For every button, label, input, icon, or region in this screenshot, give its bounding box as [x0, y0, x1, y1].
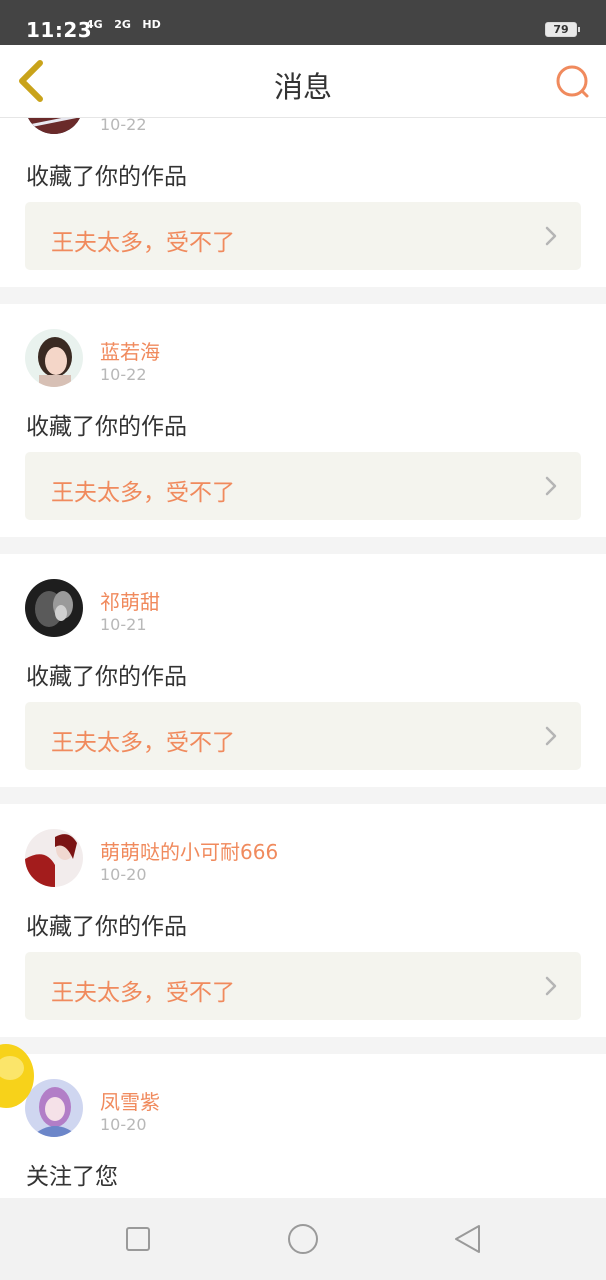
circle-icon: [288, 1224, 318, 1254]
avatar[interactable]: [25, 829, 83, 887]
action-text: 收藏了你的作品: [26, 164, 187, 190]
chevron-right-icon: [545, 476, 557, 496]
chevron-right-icon: [545, 976, 557, 996]
list-item: 凤雪紫 10-20 关注了您: [0, 1054, 606, 1198]
signal-4g: 4G: [86, 18, 103, 31]
network-hd: HD: [142, 18, 161, 31]
status-bar: 11:23 4G 2G HD 79: [0, 0, 606, 45]
work-link[interactable]: 王夫太多，受不了: [25, 702, 581, 770]
avatar-image: [25, 829, 83, 887]
work-title: 王夫太多，受不了: [51, 480, 235, 506]
header-bar: 消息: [0, 45, 606, 118]
square-icon: [126, 1227, 150, 1251]
status-time: 11:23: [26, 18, 93, 42]
floating-mascot-icon[interactable]: [0, 1040, 38, 1112]
user-name[interactable]: 祁萌甜: [100, 586, 160, 615]
message-date: 10-21: [100, 615, 147, 634]
work-title: 王夫太多，受不了: [51, 230, 235, 256]
action-text: 收藏了你的作品: [26, 414, 187, 440]
signal-2g: 2G: [114, 18, 131, 31]
message-list[interactable]: 10-22 收藏了你的作品 王夫太多，受不了 蓝若海 10-22 收藏了你的作品…: [0, 118, 606, 1198]
action-text: 收藏了你的作品: [26, 664, 187, 690]
back-nav-button[interactable]: [451, 1222, 485, 1256]
work-link[interactable]: 王夫太多，受不了: [25, 202, 581, 270]
list-item: 10-22 收藏了你的作品 王夫太多，受不了: [0, 118, 606, 287]
avatar[interactable]: [25, 118, 83, 134]
list-item: 祁萌甜 10-21 收藏了你的作品 王夫太多，受不了: [0, 554, 606, 787]
work-link[interactable]: 王夫太多，受不了: [25, 452, 581, 520]
avatar[interactable]: [25, 329, 83, 387]
message-date: 10-22: [100, 365, 147, 384]
battery-indicator: 79: [545, 22, 580, 37]
recents-button[interactable]: [121, 1222, 155, 1256]
message-date: 10-20: [100, 1115, 147, 1134]
user-name[interactable]: 蓝若海: [100, 336, 160, 365]
triangle-back-icon: [455, 1225, 480, 1253]
work-link[interactable]: 王夫太多，受不了: [25, 952, 581, 1020]
list-item: 萌萌哒的小可耐666 10-20 收藏了你的作品 王夫太多，受不了: [0, 804, 606, 1037]
signal-indicators: 4G 2G HD: [86, 18, 169, 31]
avatar-image: [25, 329, 83, 387]
action-text: 关注了您: [26, 1164, 118, 1190]
work-title: 王夫太多，受不了: [51, 980, 235, 1006]
message-date: 10-20: [100, 865, 147, 884]
list-item: 蓝若海 10-22 收藏了你的作品 王夫太多，受不了: [0, 304, 606, 537]
page-title: 消息: [273, 70, 332, 104]
home-button[interactable]: [286, 1222, 320, 1256]
search-button[interactable]: [552, 61, 594, 103]
chevron-right-icon: [545, 726, 557, 746]
chevron-right-icon: [545, 226, 557, 246]
avatar[interactable]: [25, 579, 83, 637]
message-date: 10-22: [100, 118, 147, 134]
system-nav-bar: [0, 1198, 606, 1280]
search-icon: [556, 65, 589, 98]
user-name[interactable]: 萌萌哒的小可耐666: [100, 836, 278, 865]
avatar-image: [25, 118, 83, 134]
user-name[interactable]: 凤雪紫: [100, 1086, 160, 1115]
work-title: 王夫太多，受不了: [51, 730, 235, 756]
avatar-image: [25, 579, 83, 637]
action-text: 收藏了你的作品: [26, 914, 187, 940]
